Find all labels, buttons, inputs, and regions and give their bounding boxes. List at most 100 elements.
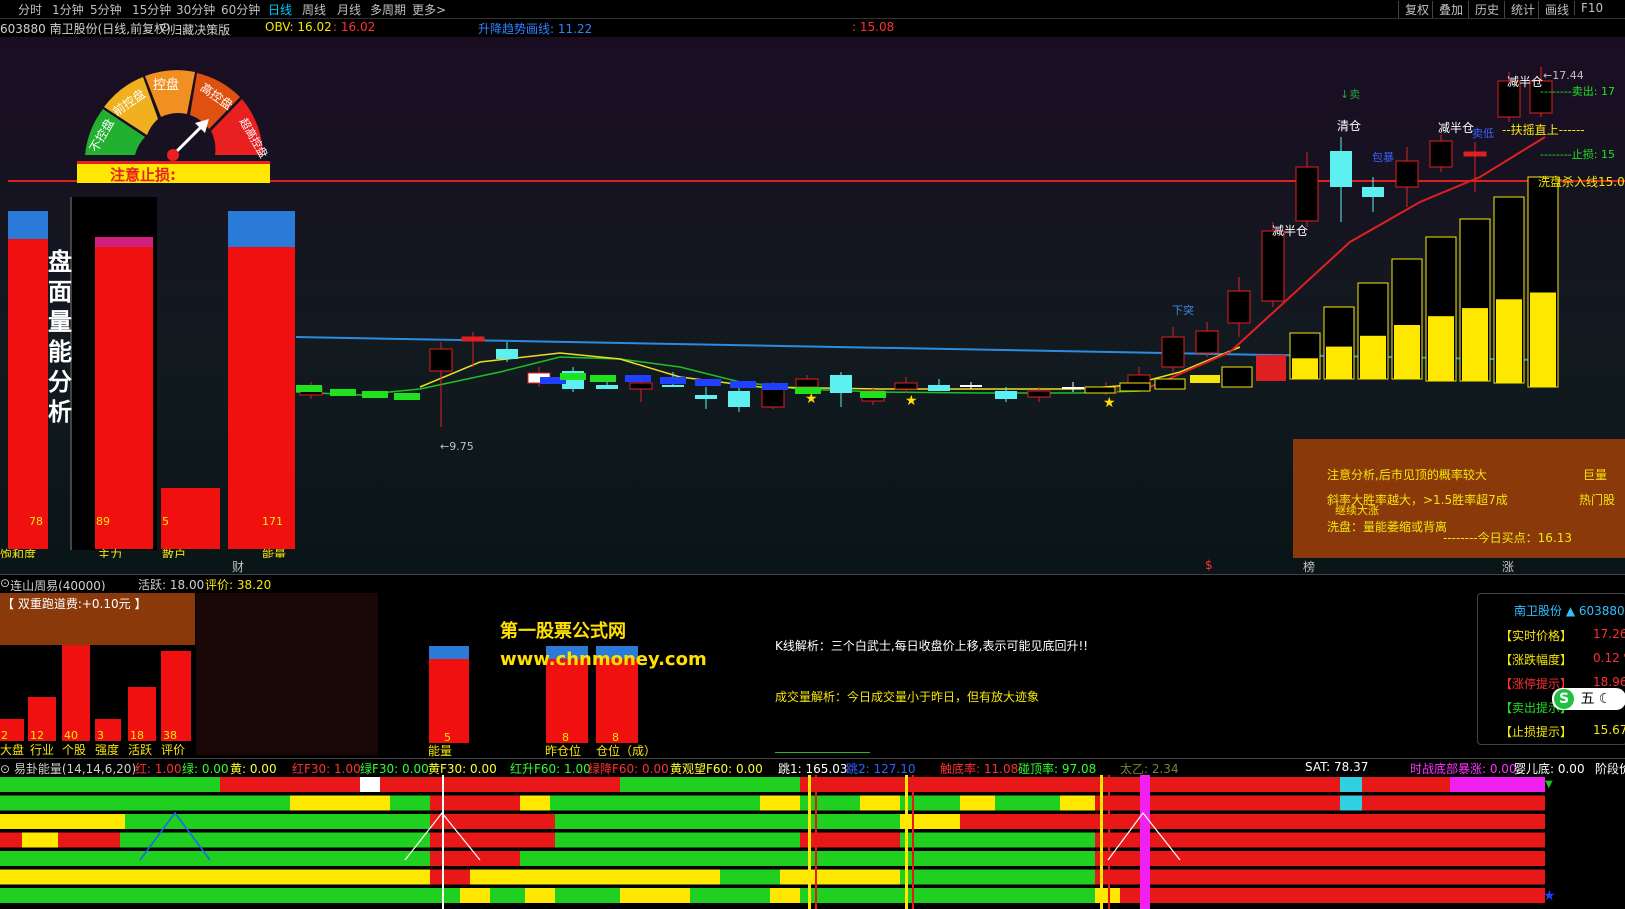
- energy-strip-segment: [58, 832, 120, 848]
- period-tab[interactable]: 1分钟: [52, 1, 84, 18]
- energy-block: [296, 385, 322, 392]
- energy-strip-segment: [1078, 777, 1340, 792]
- bar-energy: [228, 247, 295, 549]
- energy-strip-segment: [460, 888, 490, 903]
- energy-stack-fill: [1394, 325, 1420, 379]
- strategy-name[interactable]: ⊙ 归藏决策版: [160, 20, 230, 37]
- candle: [1395, 160, 1419, 188]
- energy-strip-segment: [220, 777, 360, 792]
- energy-strip-segment: [760, 795, 800, 811]
- candle: [728, 391, 750, 407]
- period-tab[interactable]: 更多>: [412, 1, 446, 18]
- candle: [429, 348, 453, 372]
- signal-marker: [905, 775, 908, 909]
- candle: [1227, 290, 1251, 324]
- down-marker: ▼: [1545, 779, 1553, 790]
- energy-block: [330, 389, 356, 396]
- period-tab[interactable]: 日线: [268, 1, 292, 18]
- analysis-line-1: 注意分析,后市见顶的概率较大: [1327, 468, 1487, 482]
- energy-stack: [1256, 355, 1286, 381]
- toolbar-button[interactable]: 复权: [1398, 1, 1429, 18]
- energy-label: 能量: [428, 744, 453, 758]
- energy-strip-segment: [1340, 795, 1362, 811]
- energy-strip-segment: [690, 888, 770, 903]
- period-tab[interactable]: 多周期: [370, 1, 406, 18]
- energy-strip-segment: [125, 814, 430, 829]
- energy-strip-segment: [1362, 777, 1450, 792]
- candle: [995, 391, 1017, 399]
- energy-stack-fill: [1462, 308, 1488, 381]
- mini-bar-label: 评价: [161, 743, 186, 757]
- energy-strip-segment: [900, 851, 1095, 866]
- toolbar-button[interactable]: 统计: [1504, 1, 1535, 18]
- energy-strip-segment: [900, 869, 1095, 885]
- toolbar-button[interactable]: 画线: [1538, 1, 1569, 18]
- period-tab[interactable]: 5分钟: [90, 1, 122, 18]
- energy-block: [660, 377, 686, 384]
- ime-toolbar[interactable]: S 五 ☾: [1552, 688, 1625, 710]
- period-tab[interactable]: 30分钟: [176, 1, 215, 18]
- candle: [1330, 151, 1352, 187]
- signal-marker: [912, 775, 914, 909]
- obv-value-2: : 16.02: [333, 20, 376, 34]
- analysis-box: 注意分析,后市见顶的概率较大 巨量 斜率大胜率越大，>1.5胜率超7成 继续大涨…: [1293, 439, 1625, 558]
- info-label: 【涨跌幅度】: [1500, 653, 1573, 667]
- ime-mode: 五: [1580, 691, 1595, 707]
- energy-strip-segment: [430, 869, 470, 885]
- candle: [1362, 187, 1384, 197]
- signal-marker: [808, 775, 811, 909]
- mini-bar-label: 大盘: [0, 743, 25, 757]
- candle: [761, 388, 785, 408]
- energy-strip-segment: [620, 888, 690, 903]
- mini-bar-label: 个股: [62, 743, 87, 757]
- energy-strip-segment: [380, 777, 620, 792]
- stop-line-label: --------止损: 15: [1540, 148, 1615, 161]
- mini-bar-label: 活跃: [128, 743, 153, 757]
- energy-block: [625, 375, 651, 382]
- energy-strip-segment: [720, 869, 780, 885]
- candle: [1195, 330, 1219, 354]
- candle: [1429, 140, 1453, 168]
- panel2-title[interactable]: ⊙ 连山周易(40000): [0, 576, 106, 593]
- energy-strip-segment: [1095, 795, 1340, 811]
- candle: [960, 385, 982, 387]
- strips-group: [0, 775, 1545, 909]
- period-tab[interactable]: 15分钟: [132, 1, 171, 18]
- stock-info-line: 603880 南卫股份(日线,前复权) ⊙ 归藏决策版 OBV: 16.02 :…: [0, 19, 1625, 37]
- toolbar-button[interactable]: F10: [1574, 1, 1603, 15]
- dark-panel: [196, 593, 378, 755]
- energy-strip-segment: [0, 832, 22, 848]
- under-bar-label: 财: [232, 560, 245, 574]
- k-line-analysis: K线解析：三个白武士,每日收盘价上移,表示可能见底回升!!: [775, 639, 1089, 653]
- stock-title: 603880 南卫股份(日线,前复权): [0, 22, 171, 36]
- energy-strip-segment: [120, 832, 430, 848]
- energy-strip-segment: [555, 888, 620, 903]
- main-kline-chart[interactable]: ★ ★ ★ 不控盘 前控盘 控盘 高控盘 超高控盘 注意止损: 盘面量能分析 7…: [0, 37, 1625, 562]
- clear-position-label: 清仓: [1337, 119, 1362, 133]
- mini-bar-label: 强度: [95, 743, 120, 757]
- stop-loss-banner: 注意止损:: [77, 161, 270, 184]
- toolbar-button[interactable]: 叠加: [1432, 1, 1463, 18]
- bar-cap: [95, 237, 153, 247]
- stock-info-panel: 南卫股份 ▲ 603880 【实时价格】 17.26 【涨跌幅度】 0.12 %…: [1477, 593, 1625, 745]
- info-value: 0.12 %: [1593, 651, 1625, 665]
- candle: [1463, 151, 1487, 157]
- candle: [1295, 166, 1319, 222]
- panel2-header: ⊙ 连山周易(40000) 活跃: 18.00 评价: 38.20: [0, 574, 1625, 593]
- energy-stack-fill: [1326, 346, 1352, 379]
- mini-bar: [62, 645, 90, 741]
- bar-value: 5: [162, 515, 169, 528]
- obv-value: OBV: 16.02: [265, 20, 332, 34]
- wash-line-label: 洗盘杀入线15.0: [1538, 175, 1625, 189]
- price-value-2: : 15.08: [852, 20, 895, 34]
- watermark-title: 第一股票公式网: [500, 621, 626, 642]
- burst-label: 包暴: [1372, 151, 1394, 164]
- sell-line-label: --------卖出: 17: [1540, 85, 1615, 98]
- period-tab[interactable]: 分时: [18, 1, 42, 18]
- toolbar-button[interactable]: 历史: [1468, 1, 1499, 18]
- period-tab[interactable]: 周线: [302, 1, 326, 18]
- period-tab[interactable]: 60分钟: [221, 1, 260, 18]
- candle: [662, 385, 684, 387]
- period-tab[interactable]: 月线: [337, 1, 361, 18]
- energy-strip-segment: [1362, 795, 1545, 811]
